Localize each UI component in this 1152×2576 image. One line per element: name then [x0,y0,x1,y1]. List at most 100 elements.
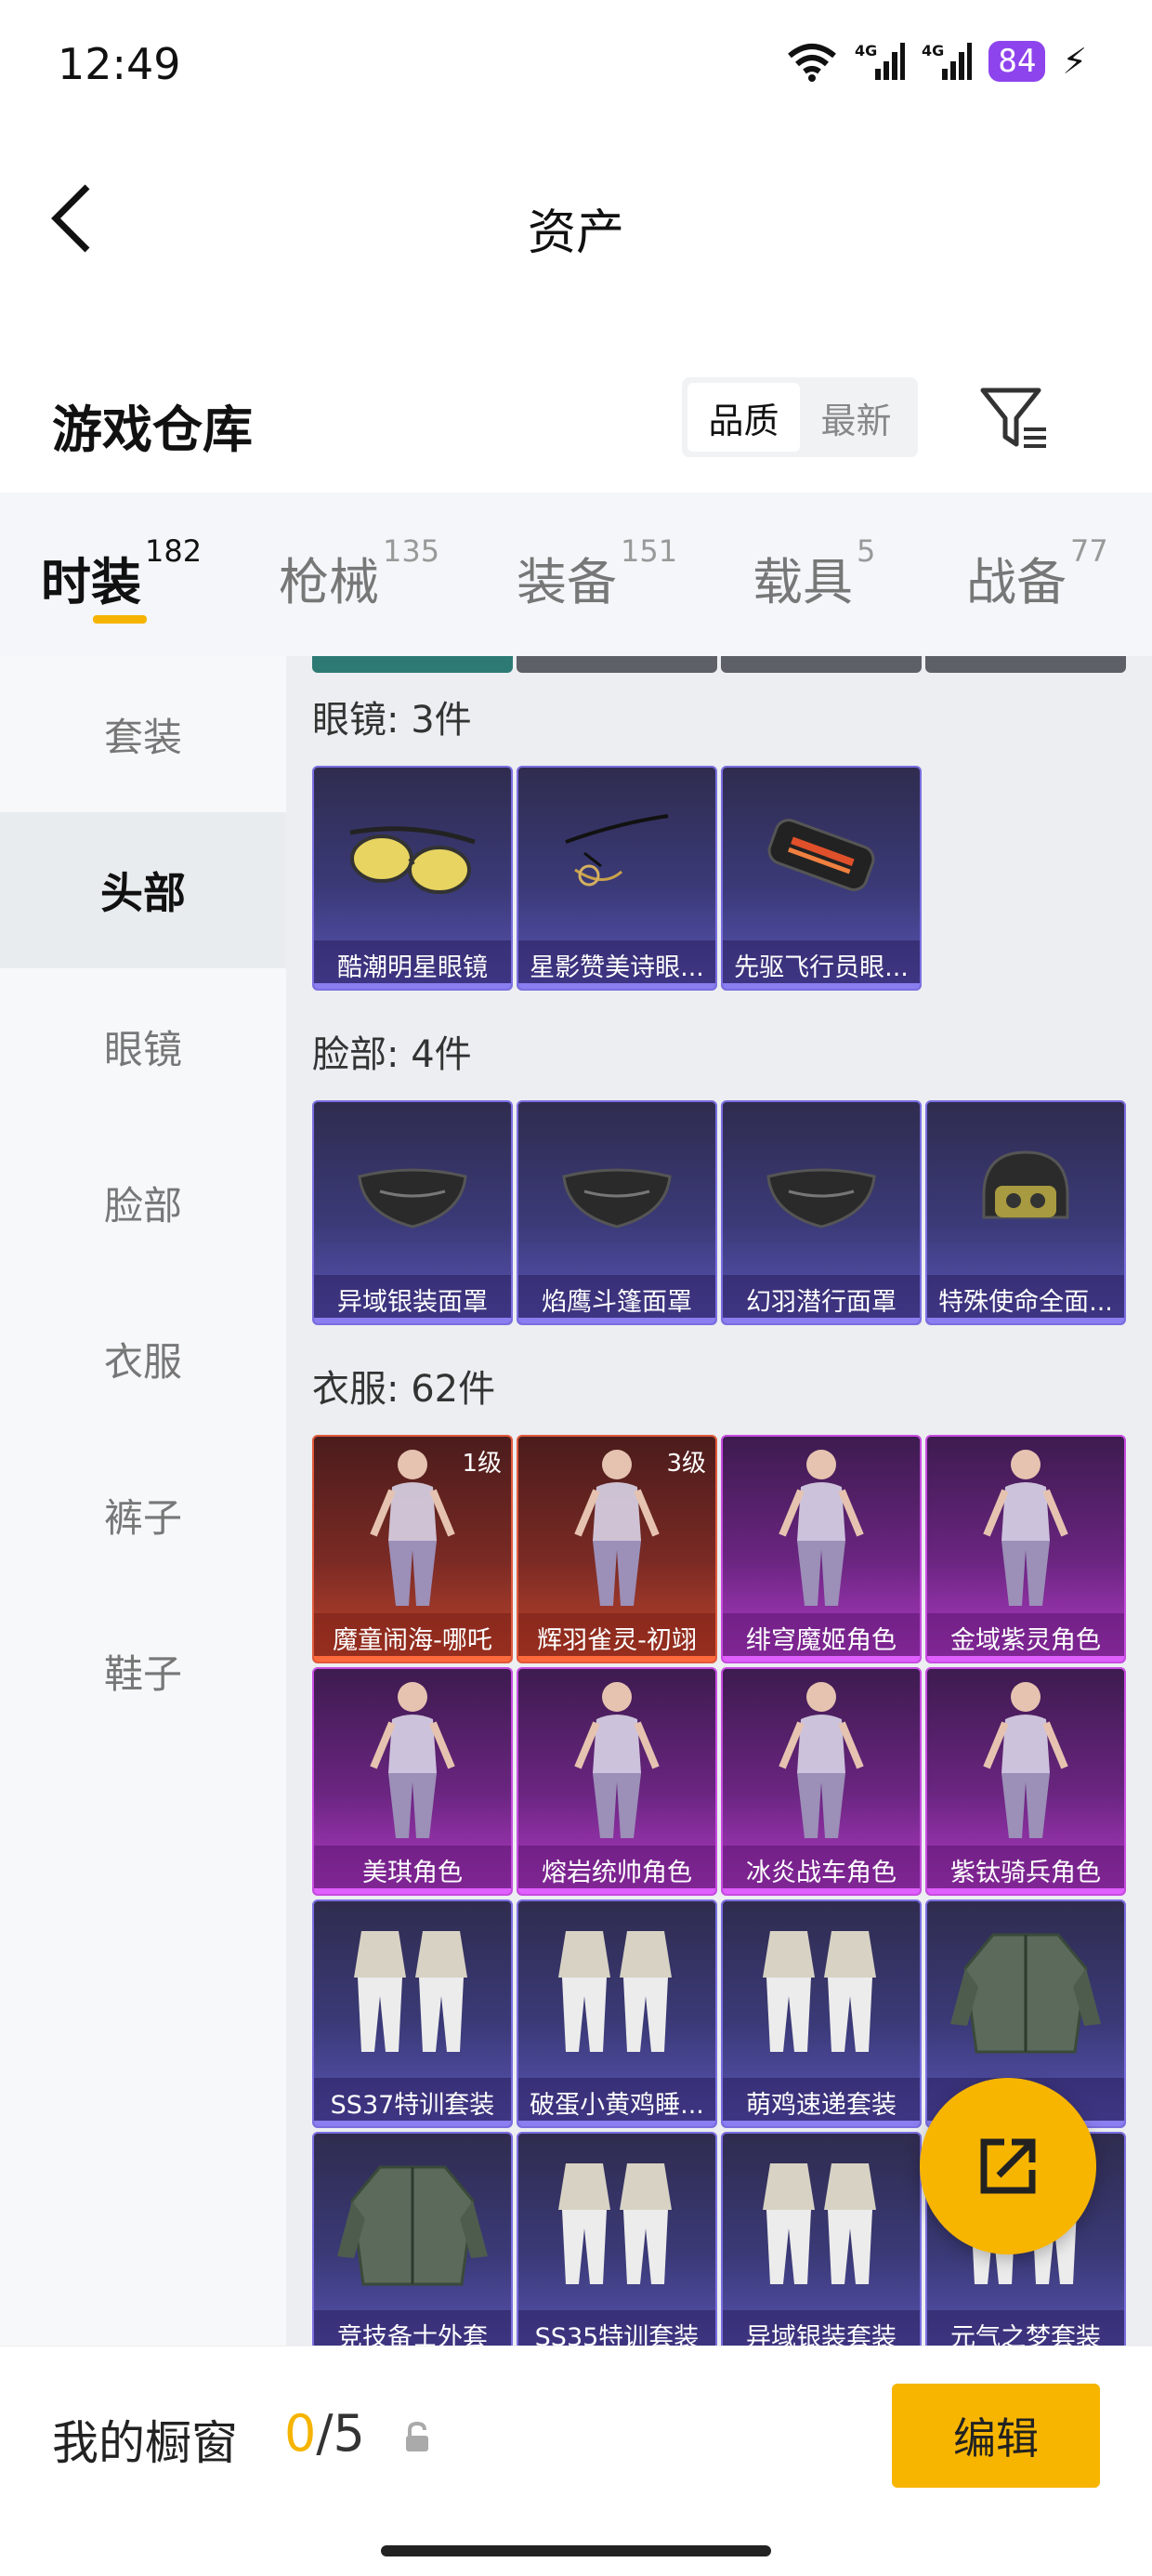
warehouse-title: 游戏仓库 [52,401,253,459]
rarity-bar [518,1318,715,1323]
rarity-bar [723,983,920,989]
item-card[interactable]: 幻羽潜行面罩 [721,1100,922,1325]
rarity-bar [314,1318,511,1323]
edit-button[interactable]: 编辑 [892,2384,1100,2488]
showcase-label: 我的橱窗 [52,2416,238,2470]
tab-guns[interactable]: 枪械135 [279,533,439,614]
necklace-glasses-icon [518,768,715,944]
item-card[interactable]: 美琪角色 [312,1667,513,1896]
rarity-bar [518,2121,715,2126]
peek-card [517,656,717,673]
item-card[interactable]: 破蛋小黄鸡睡... [517,1899,717,2128]
outfit-icon [314,1901,511,2082]
tab-vehicles[interactable]: 载具5 [753,533,875,614]
sort-option-quality[interactable]: 品质 [687,383,800,452]
item-level-badge: 1级 [462,1450,502,1478]
external-link-icon [980,2138,1036,2194]
bottom-bar: 我的橱窗 0/5 编辑 [0,2346,1152,2576]
outfit-icon [723,1901,920,2082]
item-name: 美琪角色 [314,1846,511,1894]
rarity-bar [927,1656,1124,1662]
filter-icon [980,388,1046,448]
item-card[interactable]: 冰炎战车角色 [721,1667,922,1896]
side-item-pants[interactable]: 裤子 [0,1437,286,1593]
rarity-bar [518,983,715,989]
item-card[interactable]: 熔岩统帅角色 [517,1667,717,1896]
item-card[interactable]: 1级 魔童闹海-哪吒 [312,1435,513,1663]
character-icon [723,1669,920,1849]
rarity-bar [927,1318,1124,1323]
item-card[interactable]: 异域银装套装 [721,2132,922,2346]
item-card[interactable]: 先驱飞行员眼... [721,766,922,991]
share-fab[interactable] [920,2078,1096,2254]
item-name: SS35特训套装 [518,2310,715,2346]
rarity-bar [314,983,511,989]
item-name: 先驱飞行员眼... [723,940,920,989]
item-card[interactable]: 萌鸡速递套装 [721,1899,922,2128]
item-card[interactable]: 异域银装面罩 [312,1100,513,1325]
item-card[interactable]: 绯穹魔姬角色 [721,1435,922,1663]
item-name: 星影赞美诗眼... [518,940,715,989]
previous-section-peek [312,656,1130,673]
character-icon [927,1669,1124,1849]
item-name: 元气之梦套装 [927,2310,1124,2346]
svg-text:4G: 4G [855,42,877,59]
character-icon [314,1669,511,1849]
item-name: 萌鸡速递套装 [723,2078,920,2126]
item-card[interactable]: 酷潮明星眼镜 [312,766,513,991]
signal-icon-2: 4G [922,41,973,82]
item-card[interactable]: 3级 辉羽雀灵-初翊 [517,1435,717,1663]
item-name: 异域银装面罩 [314,1275,511,1323]
item-name: 金域紫灵角色 [927,1613,1124,1662]
side-item-shoes[interactable]: 鞋子 [0,1593,286,1749]
sunglasses-icon [314,768,511,944]
section-title: 眼镜: 3件 [312,699,472,742]
rarity-bar [314,1656,511,1662]
outfit-icon [518,2134,715,2314]
home-indicator [381,2545,771,2556]
item-name: 焰鹰斗篷面罩 [518,1275,715,1323]
tab-fashion[interactable]: 时装182 [41,533,202,614]
item-card[interactable]: 竞技备士外套 [312,2132,513,2346]
sort-option-newest[interactable]: 最新 [800,383,912,452]
lock-icon [406,2421,428,2451]
mask-icon [518,1102,715,1279]
item-card[interactable]: 金域紫灵角色 [925,1435,1126,1663]
side-nav: 套装 头部 眼镜 脸部 衣服 裤子 鞋子 [0,656,286,2346]
item-name: 绯穹魔姬角色 [723,1613,920,1662]
item-card[interactable]: SS35特训套装 [517,2132,717,2346]
app-header: 资产 [0,139,1152,297]
outfit-icon [518,1901,715,2082]
side-item-glasses[interactable]: 眼镜 [0,968,286,1124]
tab-equipment[interactable]: 装备151 [517,533,677,614]
item-card[interactable]: 星影赞美诗眼... [517,766,717,991]
rarity-bar [314,2121,511,2126]
section-title: 衣服: 62件 [312,1368,496,1411]
item-card[interactable]: 紫钛骑兵角色 [925,1667,1126,1896]
item-card[interactable]: 焰鹰斗篷面罩 [517,1100,717,1325]
item-name: 破蛋小黄鸡睡... [518,2078,715,2126]
side-item-clothes[interactable]: 衣服 [0,1281,286,1437]
charging-icon: ⚡ [1062,41,1087,82]
side-item-face[interactable]: 脸部 [0,1124,286,1281]
item-card[interactable]: 特殊使命全面... [925,1100,1126,1325]
side-item-suit[interactable]: 套装 [0,656,286,812]
item-level-badge: 3级 [666,1450,706,1478]
item-name: 幻羽潜行面罩 [723,1275,920,1323]
showcase-current: 0 [284,2404,317,2463]
showcase-total: /5 [316,2404,365,2463]
tab-supplies[interactable]: 战备77 [966,533,1108,614]
mask-icon [314,1102,511,1279]
item-name: 竞技备士外套 [314,2310,511,2346]
jacket-icon [314,2134,511,2314]
side-item-head[interactable]: 头部 [0,812,286,968]
item-name: 紫钛骑兵角色 [927,1846,1124,1894]
item-card[interactable]: SS37特训套装 [312,1899,513,2128]
filter-button[interactable] [977,381,1052,455]
active-tab-indicator [93,615,147,624]
rarity-bar [723,1656,920,1662]
mask-icon [723,1102,920,1279]
item-name: 熔岩统帅角色 [518,1846,715,1894]
category-tabs: 时装182 枪械135 装备151 载具5 战备77 [0,493,1152,656]
character-icon [927,1437,1124,1617]
